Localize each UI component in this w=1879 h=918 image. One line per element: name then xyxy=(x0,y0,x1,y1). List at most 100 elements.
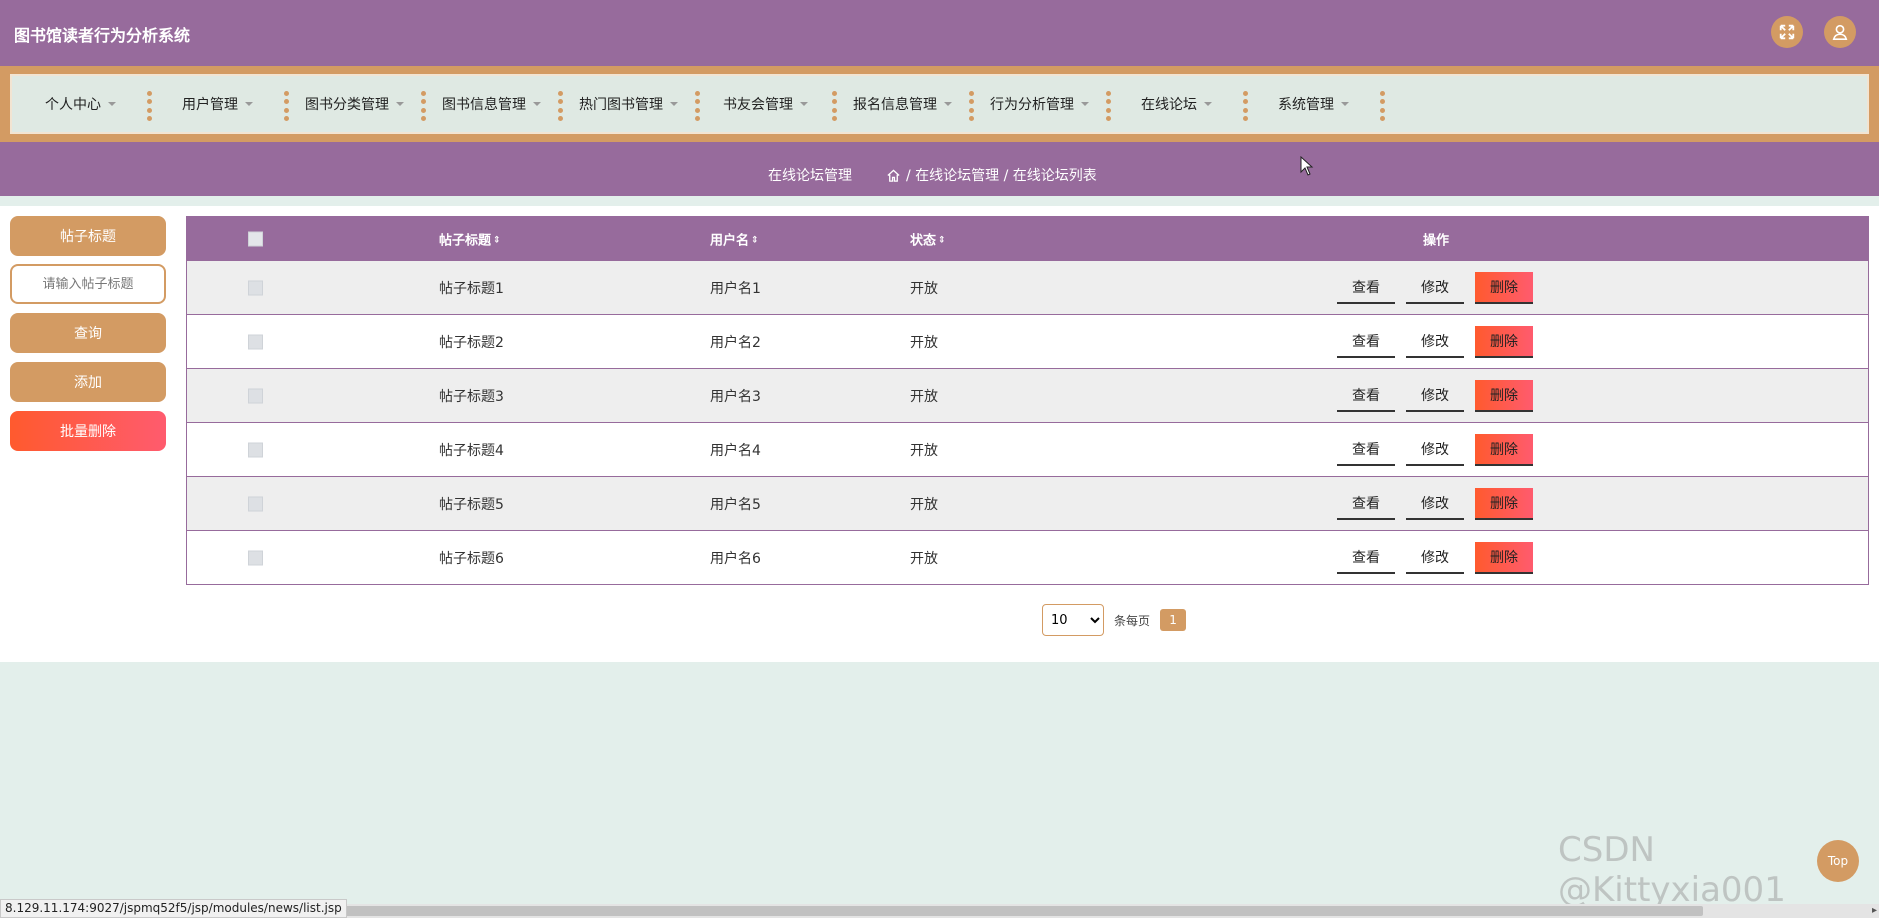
edit-button[interactable]: 修改 xyxy=(1406,325,1464,358)
table-row: 帖子标题2 用户名2 开放 查看 修改 删除 xyxy=(187,314,1868,368)
caret-down-icon xyxy=(944,102,952,106)
cell-username: 用户名2 xyxy=(710,334,761,351)
nav-item-registration[interactable]: 报名信息管理 xyxy=(834,76,974,132)
watermark: CSDN @Kittyxia001 xyxy=(1558,830,1786,910)
search-input[interactable] xyxy=(10,264,166,304)
scrollbar-thumb[interactable] xyxy=(325,906,1703,916)
page-number-current[interactable]: 1 xyxy=(1160,609,1187,631)
app-title: 图书馆读者行为分析系统 xyxy=(14,26,191,45)
breadcrumb: / 在线论坛管理 / 在线论坛列表 xyxy=(886,165,1097,185)
caret-down-icon xyxy=(1341,102,1349,106)
row-checkbox[interactable] xyxy=(248,334,263,349)
cell-username: 用户名5 xyxy=(710,496,761,513)
delete-button[interactable]: 删除 xyxy=(1475,379,1533,412)
column-header-status[interactable]: 状态 ⇕ xyxy=(910,229,946,248)
cell-title: 帖子标题4 xyxy=(439,442,504,459)
breadcrumb-band: 在线论坛管理 / 在线论坛管理 / 在线论坛列表 xyxy=(0,142,1879,196)
delete-button[interactable]: 删除 xyxy=(1475,325,1533,358)
nav-item-label: 图书信息管理 xyxy=(442,97,526,113)
user-button[interactable] xyxy=(1824,16,1856,48)
sort-icon[interactable]: ⇕ xyxy=(938,236,946,246)
column-header-username[interactable]: 用户名 ⇕ xyxy=(710,229,759,248)
edit-button[interactable]: 修改 xyxy=(1406,271,1464,304)
row-checkbox[interactable] xyxy=(248,280,263,295)
nav-item-user-management[interactable]: 用户管理 xyxy=(149,76,289,132)
nav-item-behavior-analysis[interactable]: 行为分析管理 xyxy=(971,76,1111,132)
cell-username: 用户名6 xyxy=(710,550,761,567)
query-button[interactable]: 查询 xyxy=(10,313,166,353)
view-button[interactable]: 查看 xyxy=(1337,433,1395,466)
nav-item-label: 用户管理 xyxy=(182,97,238,113)
nav-item-hot-books[interactable]: 热门图书管理 xyxy=(560,76,700,132)
cell-title: 帖子标题3 xyxy=(439,388,504,405)
nav-item-label: 行为分析管理 xyxy=(990,97,1074,113)
app-header: 图书馆读者行为分析系统 xyxy=(0,0,1879,66)
nav-item-system[interactable]: 系统管理 xyxy=(1245,76,1385,132)
edit-button[interactable]: 修改 xyxy=(1406,541,1464,574)
view-button[interactable]: 查看 xyxy=(1337,271,1395,304)
nav-item-personal-center[interactable]: 个人中心 xyxy=(12,76,152,132)
breadcrumb-path[interactable]: / 在线论坛管理 / 在线论坛列表 xyxy=(906,165,1097,185)
scroll-right-icon[interactable]: ▸ xyxy=(1872,905,1877,916)
nav-item-label: 个人中心 xyxy=(45,97,101,113)
edit-button[interactable]: 修改 xyxy=(1406,487,1464,520)
edit-button[interactable]: 修改 xyxy=(1406,433,1464,466)
add-button[interactable]: 添加 xyxy=(10,362,166,402)
row-checkbox[interactable] xyxy=(248,550,263,565)
view-button[interactable]: 查看 xyxy=(1337,541,1395,574)
nav-item-book-category[interactable]: 图书分类管理 xyxy=(286,76,426,132)
cell-status: 开放 xyxy=(910,388,938,405)
nav-item-book-info[interactable]: 图书信息管理 xyxy=(423,76,563,132)
caret-down-icon xyxy=(1204,102,1212,106)
row-checkbox[interactable] xyxy=(248,496,263,511)
table-row: 帖子标题3 用户名3 开放 查看 修改 删除 xyxy=(187,368,1868,422)
table-row: 帖子标题6 用户名6 开放 查看 修改 删除 xyxy=(187,530,1868,584)
nav-item-label: 书友会管理 xyxy=(723,97,793,113)
row-checkbox[interactable] xyxy=(248,442,263,457)
fullscreen-button[interactable] xyxy=(1771,16,1803,48)
cell-status: 开放 xyxy=(910,550,938,567)
nav-item-book-club[interactable]: 书友会管理 xyxy=(697,76,837,132)
cell-title: 帖子标题5 xyxy=(439,496,504,513)
nav-item-label: 系统管理 xyxy=(1278,97,1334,113)
nav-item-label: 在线论坛 xyxy=(1141,97,1197,113)
cell-status: 开放 xyxy=(910,496,938,513)
nav-menu: 个人中心 用户管理 图书分类管理 图书信息管理 热门图书管理 书友会管理 报名信… xyxy=(10,74,1869,134)
delete-button[interactable]: 删除 xyxy=(1475,271,1533,304)
home-icon[interactable] xyxy=(886,168,901,183)
select-all-checkbox[interactable] xyxy=(248,231,263,246)
column-header-title[interactable]: 帖子标题 ⇕ xyxy=(439,229,501,248)
caret-down-icon xyxy=(108,102,116,106)
sort-icon[interactable]: ⇕ xyxy=(493,236,501,246)
view-button[interactable]: 查看 xyxy=(1337,379,1395,412)
nav-item-label: 图书分类管理 xyxy=(305,97,389,113)
edit-button[interactable]: 修改 xyxy=(1406,379,1464,412)
page-size-select[interactable]: 10 xyxy=(1042,604,1104,636)
delete-button[interactable]: 删除 xyxy=(1475,433,1533,466)
batch-delete-button[interactable]: 批量删除 xyxy=(10,411,166,451)
user-icon xyxy=(1832,24,1848,41)
main-content: 帖子标题 查询 添加 批量删除 帖子标题⇕ 用户名⇕ 状态⇕ 操作 帖子标题1 … xyxy=(0,206,1879,662)
main-nav: 个人中心 用户管理 图书分类管理 图书信息管理 热门图书管理 书友会管理 报名信… xyxy=(0,66,1879,142)
nav-item-forum[interactable]: 在线论坛 xyxy=(1108,76,1248,132)
view-button[interactable]: 查看 xyxy=(1337,325,1395,358)
sort-icon[interactable]: ⇕ xyxy=(751,236,759,246)
view-button[interactable]: 查看 xyxy=(1337,487,1395,520)
caret-down-icon xyxy=(800,102,808,106)
page-title: 在线论坛管理 xyxy=(768,168,852,184)
cell-title: 帖子标题6 xyxy=(439,550,504,567)
delete-button[interactable]: 删除 xyxy=(1475,487,1533,520)
row-checkbox[interactable] xyxy=(248,388,263,403)
browser-status-url: 8.129.11.174:9027/jspmq52f5/jsp/modules/… xyxy=(0,899,347,918)
caret-down-icon xyxy=(245,102,253,106)
caret-down-icon xyxy=(1081,102,1089,106)
nav-item-label: 报名信息管理 xyxy=(853,97,937,113)
mouse-cursor-icon xyxy=(1300,156,1314,176)
search-label-button: 帖子标题 xyxy=(10,216,166,256)
cell-username: 用户名3 xyxy=(710,388,761,405)
table-row: 帖子标题5 用户名5 开放 查看 修改 删除 xyxy=(187,476,1868,530)
nav-divider xyxy=(1379,91,1385,121)
delete-button[interactable]: 删除 xyxy=(1475,541,1533,574)
cell-status: 开放 xyxy=(910,442,938,459)
table-header: 帖子标题 ⇕ 用户名 ⇕ 状态 ⇕ 操作 xyxy=(187,217,1868,260)
